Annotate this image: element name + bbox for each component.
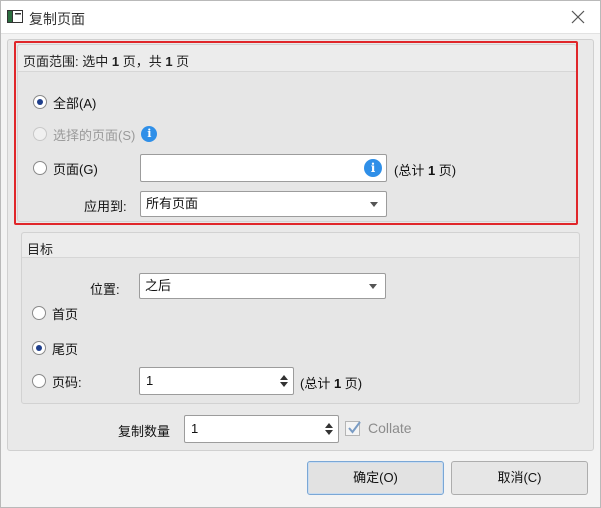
radio-first-indicator[interactable] <box>32 306 46 320</box>
position-value: 之后 <box>145 278 172 293</box>
spin-arrows-icon[interactable] <box>324 421 334 437</box>
close-icon[interactable] <box>568 7 588 27</box>
radio-last-page[interactable]: 尾页 <box>32 338 78 358</box>
page-number-total-text: (总计 1 页) <box>300 376 363 391</box>
radio-page-number-indicator[interactable] <box>32 374 46 388</box>
position-dropdown[interactable]: 之后 <box>139 273 386 299</box>
target-header: 目标 <box>22 233 579 258</box>
page-number-value: 1 <box>146 373 154 388</box>
radio-page-number[interactable]: 页码: <box>32 371 82 391</box>
radio-last-indicator[interactable] <box>32 341 46 355</box>
button-bar: 确定(O) 取消(C) <box>7 457 592 503</box>
copies-value: 1 <box>191 421 199 436</box>
highlight-box <box>14 41 578 225</box>
target-title: 目标 <box>27 242 54 257</box>
page-number-input[interactable]: 1 <box>139 367 294 395</box>
radio-last-label: 尾页 <box>52 341 79 357</box>
checkmark-icon <box>348 421 361 434</box>
spin-arrows-icon[interactable] <box>279 373 289 389</box>
radio-first-page[interactable]: 首页 <box>32 303 78 323</box>
copy-pages-dialog: 复制页面 页面范围: 选中 1 页，共 1 页 全部(A) 选择的页面(S) i <box>0 0 601 508</box>
radio-first-label: 首页 <box>52 306 79 322</box>
chevron-down-icon <box>369 284 377 289</box>
copies-input[interactable]: 1 <box>184 415 339 443</box>
radio-page-number-label: 页码: <box>52 374 82 390</box>
collate-checkbox[interactable] <box>345 421 361 436</box>
dialog-content: 页面范围: 选中 1 页，共 1 页 全部(A) 选择的页面(S) i 页面(G… <box>7 39 594 451</box>
window-title: 复制页面 <box>29 11 85 27</box>
target-section: 目标 位置: 之后 首页 尾页 页码: 1 (总计 1 页) <box>21 232 580 404</box>
position-label: 位置: <box>90 282 120 297</box>
window-icon <box>7 10 23 23</box>
title-bar: 复制页面 <box>1 1 600 34</box>
cancel-button[interactable]: 取消(C) <box>451 461 588 495</box>
copies-label: 复制数量 <box>118 424 171 439</box>
ok-button[interactable]: 确定(O) <box>307 461 444 495</box>
collate-label: Collate <box>368 420 412 436</box>
